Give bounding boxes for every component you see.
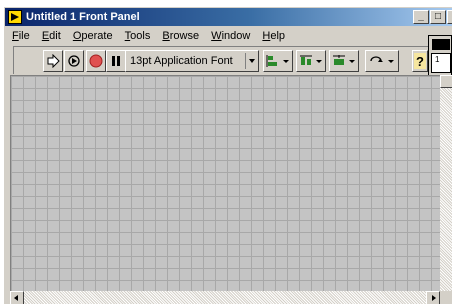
scroll-right-button[interactable] <box>426 291 440 304</box>
abort-execution-button[interactable] <box>86 50 106 72</box>
vertical-scrollbar[interactable] <box>440 75 452 291</box>
run-button[interactable] <box>43 50 63 72</box>
window-title: Untitled 1 Front Panel <box>26 11 140 23</box>
menu-tools[interactable]: Tools <box>120 29 155 44</box>
run-arrow-icon <box>47 54 60 68</box>
toolbar: 13pt Application Font ? <box>13 46 452 74</box>
labview-app-icon <box>8 10 22 24</box>
abort-execution-icon <box>89 54 103 68</box>
pause-icon <box>112 56 120 66</box>
arrow-left-icon <box>14 295 18 301</box>
menu-edit[interactable]: Edit <box>37 29 65 44</box>
pause-button[interactable] <box>106 50 126 72</box>
svg-text:?: ? <box>416 54 424 69</box>
menu-browse[interactable]: Browse <box>157 29 203 44</box>
align-objects-icon <box>266 55 289 67</box>
front-panel-canvas[interactable] <box>10 75 440 291</box>
distribute-objects-button[interactable] <box>296 50 326 72</box>
resize-objects-icon <box>333 55 355 65</box>
front-panel-window: Untitled 1 Front Panel _ □ × File Edit O… <box>3 6 452 304</box>
menu-help[interactable]: Help <box>257 29 289 44</box>
minimize-button[interactable]: _ <box>413 10 429 24</box>
chevron-down-icon <box>249 59 255 63</box>
connector-number: 1 <box>435 55 440 64</box>
title-bar[interactable]: Untitled 1 Front Panel _ □ × <box>5 8 452 26</box>
connector-terminal: 1 <box>431 53 451 73</box>
connector-pane-icon[interactable]: 1 <box>428 35 452 77</box>
vi-icon-screen <box>432 39 450 50</box>
distribute-objects-icon <box>300 55 322 65</box>
run-continuously-icon <box>68 55 80 67</box>
menu-file[interactable]: File <box>7 29 34 44</box>
dropdown-separator <box>245 53 246 69</box>
context-help-button[interactable]: ? <box>412 50 428 72</box>
font-select-value: 13pt Application Font <box>130 55 233 67</box>
scroll-left-button[interactable] <box>10 291 24 304</box>
run-continuously-button[interactable] <box>64 50 84 72</box>
resize-objects-button[interactable] <box>329 50 359 72</box>
menu-window[interactable]: Window <box>206 29 254 44</box>
menu-operate[interactable]: Operate <box>68 29 117 44</box>
menu-bar: File Edit Operate Tools Browse Window He… <box>7 29 289 44</box>
reorder-button[interactable] <box>365 50 399 72</box>
maximize-button[interactable]: □ <box>430 10 446 24</box>
arrow-right-icon <box>432 295 436 301</box>
horizontal-scrollbar[interactable] <box>10 291 440 304</box>
align-objects-button[interactable] <box>263 50 293 72</box>
reorder-icon <box>370 56 394 63</box>
context-help-icon: ? <box>414 53 426 69</box>
scroll-up-button[interactable] <box>440 75 452 88</box>
text-settings-dropdown[interactable]: 13pt Application Font <box>125 50 259 72</box>
close-button[interactable]: × <box>447 10 452 24</box>
